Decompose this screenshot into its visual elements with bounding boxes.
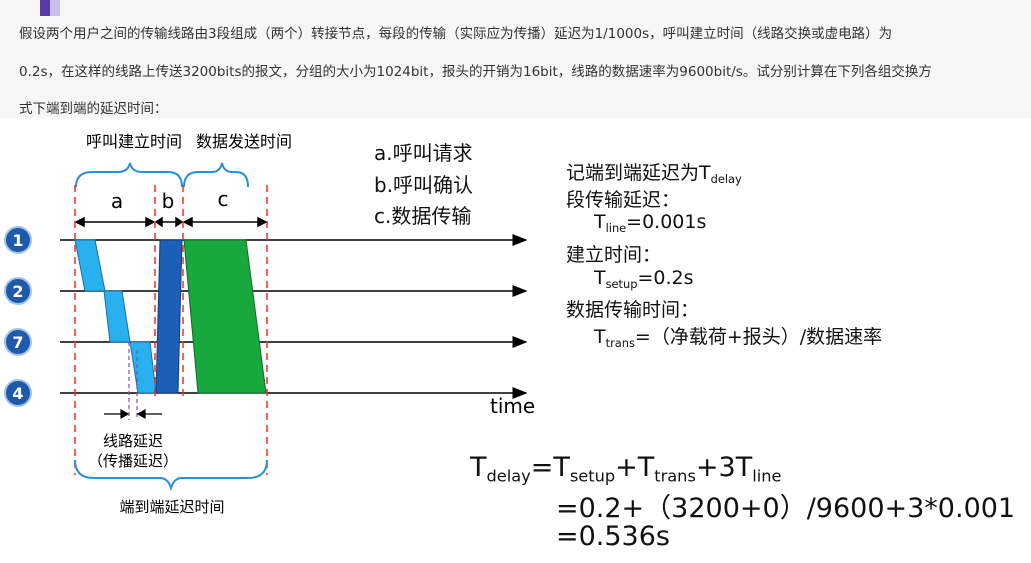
end-to-end-label: 端到端延迟时间 [119, 498, 224, 516]
formula-sub-trans: trans [654, 466, 696, 486]
note-tsetup-T: T [594, 267, 606, 289]
note-tline-T: T [594, 211, 606, 233]
node-markers: 1 2 7 4 [4, 226, 32, 407]
note-ttrans: Ttrans=（净载荷+报头）/数据速率 [594, 322, 882, 350]
segment-b-label: b [162, 189, 175, 213]
time-axis-label: time [490, 394, 535, 418]
propagation-delay-label: （传播延迟） [88, 452, 178, 470]
setup-time-label: 呼叫建立时间 [86, 132, 182, 151]
question-line-3: 式下端到端的延迟时间： [19, 101, 168, 117]
note-ttrans-sub: trans [605, 335, 635, 350]
segment-a-label: a [111, 189, 123, 213]
node-2-label: 2 [12, 282, 23, 301]
question-panel: 假设两个用户之间的传输线路由3段组成（两个）转接节点，每段的传输（实际应为传播）… [0, 0, 1031, 118]
setup-brace [75, 162, 183, 188]
node-4-label: 4 [12, 384, 23, 403]
note-delay-sub: delay [710, 171, 742, 186]
note-tsetup-sub: setup [605, 276, 638, 291]
call-request-blocks [74, 239, 157, 394]
formula-plus-3: +3 [695, 452, 736, 483]
note-delay-definition: 记端到端延迟为Tdelay [566, 158, 742, 186]
slide-corner-decoration [40, 0, 50, 16]
formula-T-delay: T [470, 452, 487, 483]
note-ttrans-value: =（净载荷+报头）/数据速率 [634, 326, 883, 348]
formula-sub-line: line [752, 466, 782, 486]
note-tsetup: Tsetup=0.2s [594, 267, 694, 291]
node-7-label: 7 [12, 333, 23, 352]
question-line-1: 假设两个用户之间的传输线路由3段组成（两个）转接节点，每段的传输（实际应为传播）… [19, 26, 893, 42]
line-delay-label: 线路延迟 [103, 432, 163, 450]
formula-T-line: T [735, 452, 753, 483]
formula-equals: = [530, 452, 554, 483]
formula-plus-1: + [615, 452, 638, 483]
question-line-2: 0.2s，在这样的线路上传送3200bits的报文，分组的大小为1024bit，… [19, 64, 932, 80]
segment-c-label: c [218, 187, 229, 211]
formula-line-3: =0.536s [556, 521, 670, 552]
formula-line-2: =0.2+（3200+0）/9600+3*0.001 [556, 493, 1016, 524]
note-tline-value: =0.001s [626, 211, 707, 233]
note-trans-time: 数据传输时间： [566, 299, 700, 321]
note-tline-sub: line [605, 220, 627, 235]
note-tsetup-value: =0.2s [637, 267, 694, 289]
node-1-label: 1 [12, 231, 23, 250]
formula-sub-setup: setup [569, 466, 616, 486]
legend-call-request: a.呼叫请求 [374, 141, 473, 165]
note-tline: Tline=0.001s [594, 211, 706, 235]
timing-diagram: 呼叫建立时间 数据发送时间 a b c 线路延迟 （传播延迟） 端到端延迟时间 … [4, 132, 535, 516]
note-segment-delay: 段传输延迟： [566, 189, 681, 211]
propagation-arrows [104, 408, 162, 420]
note-ttrans-T: T [594, 326, 606, 348]
formula-T-setup: T [553, 452, 570, 483]
formula-line-1: Tdelay=Tsetup+Ttrans+3Tline [470, 452, 781, 486]
data-send-time-label: 数据发送时间 [196, 132, 292, 151]
call-confirm-block [155, 239, 183, 394]
formula-T-trans: T [637, 452, 655, 483]
legend-call-confirm: b.呼叫确认 [374, 173, 474, 197]
legend-data-transfer: c.数据传输 [374, 204, 472, 228]
note-delay-text: 记端到端延迟为T [566, 162, 711, 184]
slide-corner-decoration-light [50, 0, 60, 16]
data-transfer-block [183, 239, 267, 394]
data-brace [183, 162, 249, 188]
note-setup-time: 建立时间： [566, 244, 662, 266]
segment-arrows [74, 216, 268, 228]
formula-sub-delay: delay [486, 466, 531, 486]
time-axes [60, 234, 528, 399]
